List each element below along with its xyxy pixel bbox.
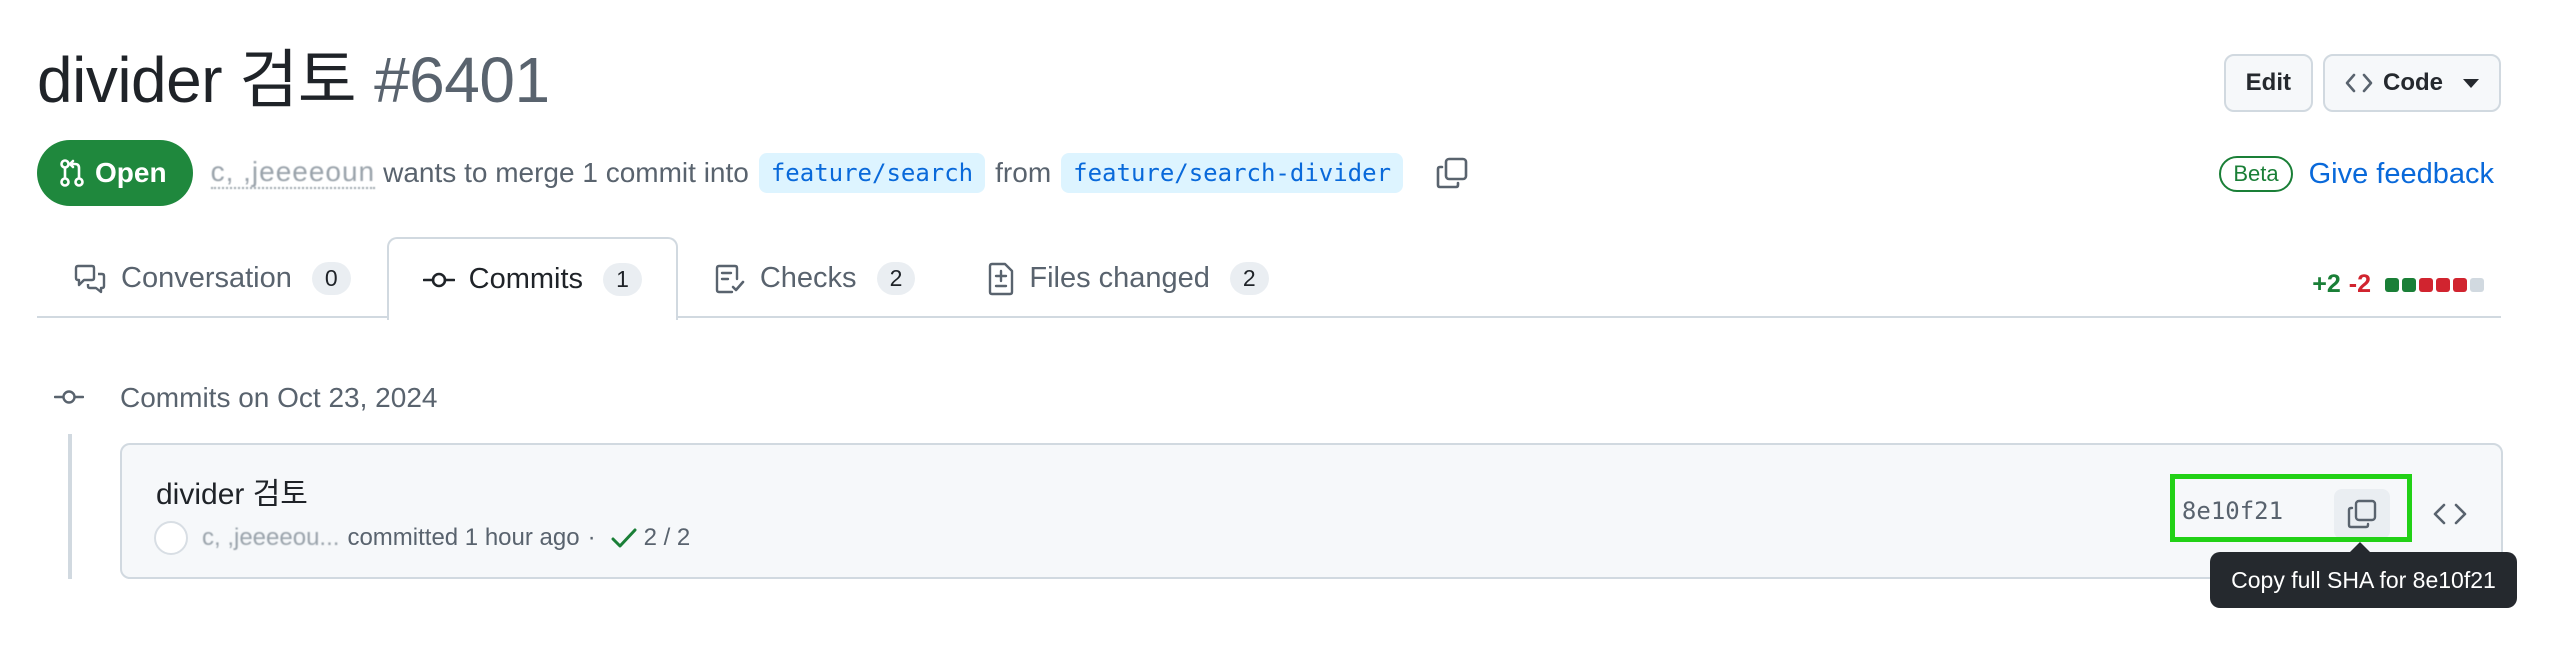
meta-separator: · xyxy=(587,524,596,551)
diffstat-block xyxy=(2470,277,2484,292)
give-feedback-link[interactable]: Give feedback xyxy=(2309,158,2494,191)
git-commit-icon xyxy=(54,387,84,407)
pull-request-page: divider 검토 #6401 Edit Code Open c, ,jeee… xyxy=(0,0,2554,650)
git-commit-icon xyxy=(422,270,455,290)
page-title: divider 검토 #6401 xyxy=(37,40,550,120)
diffstat-block xyxy=(2402,277,2416,292)
git-pull-request-icon xyxy=(59,158,85,188)
merge-text: wants to merge 1 commit into xyxy=(383,157,749,188)
base-branch[interactable]: feature/search xyxy=(758,153,986,193)
tab-commits-count: 1 xyxy=(603,263,642,296)
check-icon xyxy=(610,526,638,550)
pr-tabs: Conversation 0 Commits 1 Checks 2 Files … xyxy=(37,237,1305,320)
tab-checks-label: Checks xyxy=(759,262,857,294)
tab-checks-count: 2 xyxy=(876,262,916,295)
checks-status[interactable]: 2 / 2 xyxy=(610,524,691,552)
diffstat-block xyxy=(2419,277,2433,292)
commit-group-title: Commits on Oct 23, 2024 xyxy=(120,382,438,413)
commit-meta: c, ,jeeeeou... committed 1 hour ago · 2 … xyxy=(154,521,690,555)
code-button-label: Code xyxy=(2383,69,2443,96)
tab-commits[interactable]: Commits 1 xyxy=(386,237,678,320)
beta-badge: Beta xyxy=(2219,156,2293,192)
status-label: Open xyxy=(95,157,167,188)
timeline-line xyxy=(68,434,72,579)
tab-files-changed-count: 2 xyxy=(1229,262,1269,295)
code-icon xyxy=(2345,72,2373,94)
tab-conversation-count: 0 xyxy=(311,262,351,295)
tab-files-changed[interactable]: Files changed 2 xyxy=(951,237,1304,318)
diffstat-block xyxy=(2436,277,2450,292)
diffstat-deletions: -2 xyxy=(2348,270,2371,298)
pr-state-row: Open c, ,jeeeeoun wants to merge 1 commi… xyxy=(37,140,1469,206)
tab-files-changed-label: Files changed xyxy=(1029,262,1210,294)
tab-conversation[interactable]: Conversation 0 xyxy=(37,237,387,318)
diffstat-additions: +2 xyxy=(2312,270,2341,298)
code-button[interactable]: Code xyxy=(2323,54,2501,112)
copy-icon xyxy=(2346,498,2378,530)
checks-count: 2 / 2 xyxy=(643,524,691,551)
pr-number: #6401 xyxy=(374,44,550,116)
edit-button-label: Edit xyxy=(2245,69,2291,96)
pr-title-text: divider 검토 xyxy=(37,44,357,116)
edit-button[interactable]: Edit xyxy=(2223,54,2313,112)
from-text: from xyxy=(995,157,1052,188)
commit-author[interactable]: c, ,jeeeeou... xyxy=(202,524,339,552)
checklist-icon xyxy=(714,263,746,295)
diffstat-block xyxy=(2385,277,2399,292)
diffstat-blocks xyxy=(2385,277,2484,292)
tab-checks[interactable]: Checks 2 xyxy=(678,237,952,318)
copy-sha-button[interactable] xyxy=(2334,489,2390,539)
comment-discussion-icon xyxy=(73,264,107,294)
file-diff-icon xyxy=(987,262,1015,296)
head-branch[interactable]: feature/search-divider xyxy=(1061,153,1404,193)
tab-commits-label: Commits xyxy=(468,263,584,295)
feedback-area: Beta Give feedback xyxy=(2219,156,2494,192)
header-actions: Edit Code xyxy=(2223,54,2501,112)
commit-title-link[interactable]: divider 검토 xyxy=(156,469,308,513)
diffstat: +2 -2 xyxy=(2312,270,2484,299)
commit-list-item: divider 검토 c, ,jeeeeou... committed 1 ho… xyxy=(120,443,2503,579)
status-badge: Open xyxy=(37,140,193,206)
copy-icon[interactable] xyxy=(1435,156,1469,190)
tooltip: Copy full SHA for 8e10f21 xyxy=(2210,542,2517,608)
avatar[interactable] xyxy=(154,521,188,555)
code-icon xyxy=(2433,502,2467,526)
tab-conversation-label: Conversation xyxy=(121,262,292,294)
browse-code-button[interactable] xyxy=(2422,491,2478,537)
chevron-down-icon xyxy=(2463,78,2479,88)
diffstat-block xyxy=(2453,277,2467,292)
commit-sha-link[interactable]: 8e10f21 xyxy=(2170,476,2295,546)
commit-time: committed 1 hour ago xyxy=(347,524,580,551)
author-link[interactable]: c, ,jeeeeoun xyxy=(210,157,376,189)
